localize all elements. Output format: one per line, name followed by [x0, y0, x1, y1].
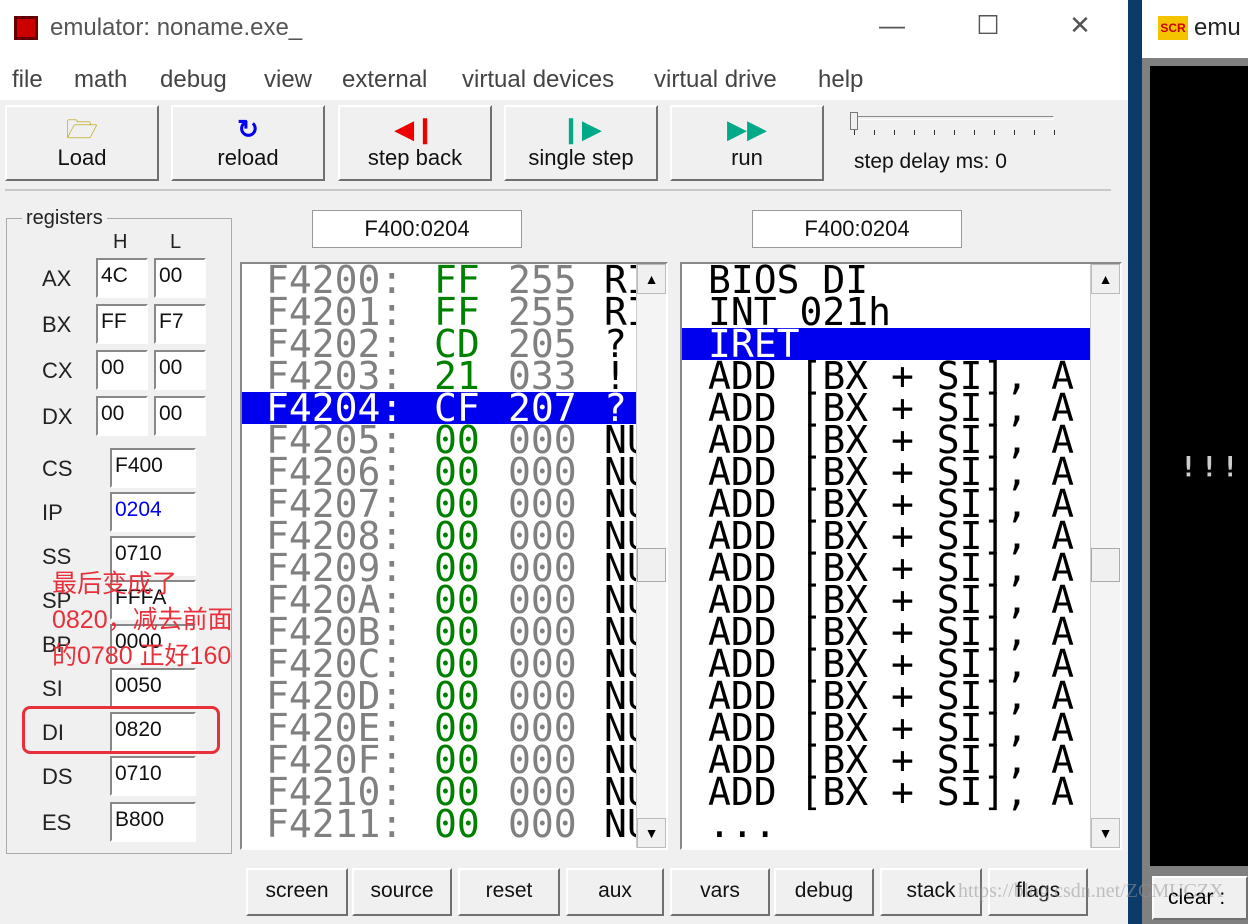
maximize-button[interactable]: ☐	[968, 10, 1008, 41]
bx-low-field[interactable]: F7	[154, 304, 206, 344]
scroll-down-arrow-icon[interactable]: ▼	[1091, 818, 1120, 848]
register-label-bx: BX	[42, 312, 72, 337]
menu-help[interactable]: help	[818, 66, 863, 94]
annotation-highlight-box	[22, 706, 220, 754]
step-back-icon: ◀❙	[394, 114, 436, 144]
aux-button[interactable]: aux	[566, 868, 664, 916]
watermark: https://blog.csdn.net/ZCMUCZX	[958, 880, 1224, 902]
register-label-si: SI	[42, 676, 63, 701]
menu-bar: file math debug view external virtual de…	[0, 58, 1128, 100]
memory-decimal-value: 000	[508, 802, 577, 846]
screen-app-icon: SCR	[1158, 16, 1188, 40]
screen-button[interactable]: screen	[246, 868, 348, 916]
single-step-button[interactable]: ❙▶ single step	[504, 105, 658, 181]
si-register-field[interactable]: 0050	[110, 668, 196, 708]
reload-label: reload	[217, 145, 279, 170]
emulator-window: emulator: noname.exe_ — ☐ ✕ file math de…	[0, 0, 1128, 924]
load-button[interactable]: 🗁 Load	[5, 105, 159, 181]
scroll-thumb[interactable]	[1091, 548, 1120, 582]
slider-thumb[interactable]	[850, 112, 858, 130]
menu-virtual-devices[interactable]: virtual devices	[462, 66, 614, 94]
screen-output: !!!	[1150, 66, 1248, 866]
annotation-line: 0820，减去前面	[52, 606, 233, 634]
cx-high-field[interactable]: 00	[96, 350, 148, 390]
ip-register-field[interactable]: 0204	[110, 492, 196, 532]
memory-row[interactable]: F4211: 00 000 NU	[242, 802, 650, 846]
reload-button[interactable]: ↻ reload	[171, 105, 325, 181]
memory-hex-value: 00	[434, 802, 480, 846]
run-icon: ▶▶	[727, 114, 767, 144]
single-step-label: single step	[528, 145, 634, 170]
screen-output-text: !!!	[1180, 450, 1243, 483]
source-button[interactable]: source	[352, 868, 452, 916]
menu-external[interactable]: external	[342, 66, 427, 94]
debug-button[interactable]: debug	[774, 868, 874, 916]
ds-register-field[interactable]: 0710	[110, 756, 196, 796]
dx-high-field[interactable]: 00	[96, 396, 148, 436]
memory-address: F4211:	[266, 802, 404, 846]
menu-file[interactable]: file	[12, 66, 43, 94]
single-step-icon: ❙▶	[560, 114, 602, 144]
cs-register-field[interactable]: F400	[110, 448, 196, 488]
menu-view[interactable]: view	[264, 66, 312, 94]
dx-low-field[interactable]: 00	[154, 396, 206, 436]
step-delay-label: step delay ms: 0	[854, 150, 1007, 173]
memory-scrollbar[interactable]: ▲ ▼	[636, 264, 666, 848]
disassembly-list[interactable]: BIOS DI INT 021h IRET ADD [BX + SI], A ADD […	[680, 262, 1122, 850]
disasm-address-input[interactable]: F400:0204	[752, 210, 962, 248]
register-label-cx: CX	[42, 358, 73, 383]
annotation-line: 最后变成了	[52, 570, 178, 598]
annotation-line: 的0780 正好160	[52, 642, 232, 670]
register-label-dx: DX	[42, 404, 73, 429]
disasm-instruction: ...	[708, 802, 777, 846]
memory-address-input[interactable]: F400:0204	[312, 210, 522, 248]
scroll-thumb[interactable]	[637, 548, 666, 582]
open-folder-icon: 🗁	[65, 114, 99, 144]
run-button[interactable]: ▶▶ run	[670, 105, 824, 181]
app-icon	[14, 16, 38, 40]
register-label-cs: CS	[42, 456, 73, 481]
screen-window: !!! clear :	[1142, 58, 1248, 924]
es-register-field[interactable]: B800	[110, 802, 196, 842]
step-back-label: step back	[367, 145, 463, 170]
minimize-button[interactable]: —	[872, 10, 912, 41]
register-label-ds: DS	[42, 764, 73, 789]
toolbar-separator	[5, 189, 1111, 191]
bx-high-field[interactable]: FF	[96, 304, 148, 344]
ax-low-field[interactable]: 00	[154, 258, 206, 298]
register-label-es: ES	[42, 810, 72, 835]
register-label-ip: IP	[42, 500, 63, 525]
run-label: run	[731, 145, 763, 170]
registers-title: registers	[22, 207, 107, 230]
menu-math[interactable]: math	[74, 66, 127, 94]
ax-high-field[interactable]: 4C	[96, 258, 148, 298]
step-delay-slider[interactable]	[850, 112, 1058, 138]
vars-button[interactable]: vars	[670, 868, 770, 916]
scroll-up-arrow-icon[interactable]: ▲	[1091, 264, 1120, 294]
screen-window-title: emu	[1194, 14, 1241, 41]
cx-low-field[interactable]: 00	[154, 350, 206, 390]
close-button[interactable]: ✕	[1060, 10, 1100, 41]
title-bar: emulator: noname.exe_ — ☐ ✕	[0, 0, 1128, 58]
scroll-up-arrow-icon[interactable]: ▲	[637, 264, 666, 294]
disasm-row[interactable]: ...	[682, 802, 1090, 846]
annotation-text: 最后变成了 0820，减去前面 的0780 正好160	[52, 566, 233, 674]
register-label-ax: AX	[42, 266, 72, 291]
menu-debug[interactable]: debug	[160, 66, 227, 94]
high-byte-header: H	[113, 231, 128, 253]
scroll-down-arrow-icon[interactable]: ▼	[637, 818, 666, 848]
memory-list[interactable]: F4200: FF 255 RI F4201: FF 255 RI F4202: CD 205? F4…	[240, 262, 668, 850]
window-title: emulator: noname.exe_	[50, 14, 303, 41]
disasm-scrollbar[interactable]: ▲ ▼	[1090, 264, 1120, 848]
low-byte-header: L	[170, 231, 182, 253]
menu-virtual-drive[interactable]: virtual drive	[654, 66, 777, 94]
reset-button[interactable]: reset	[458, 868, 560, 916]
step-back-button[interactable]: ◀❙ step back	[338, 105, 492, 181]
screen-window-titlebar: SCR emu	[1142, 0, 1248, 58]
reload-icon: ↻	[237, 114, 259, 144]
load-label: Load	[57, 145, 107, 170]
